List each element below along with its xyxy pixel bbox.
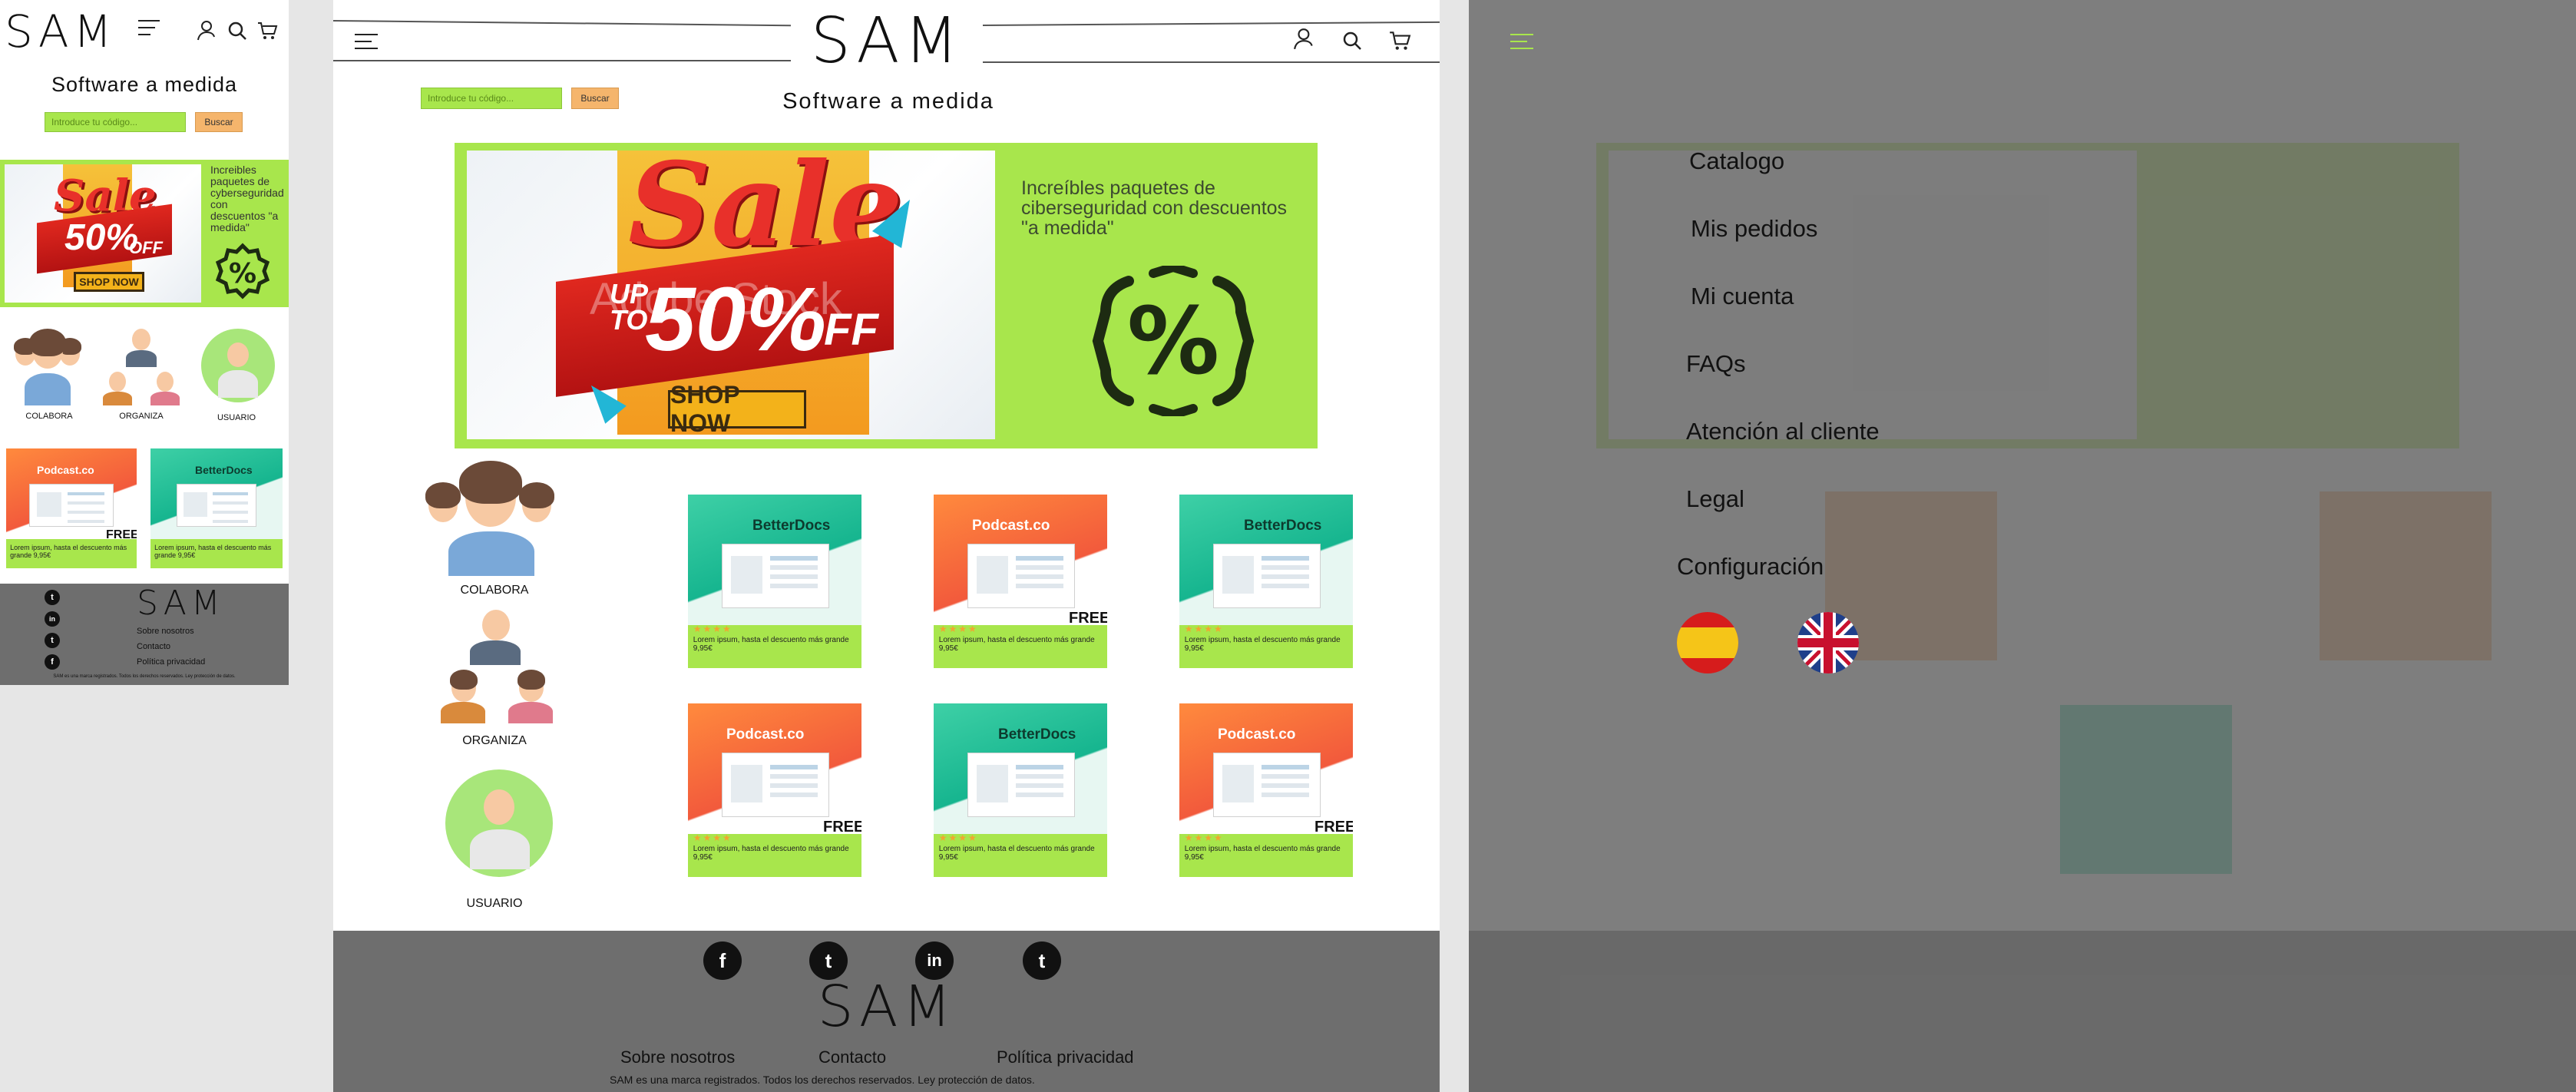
menu-item-configuracion[interactable]: Configuración <box>1677 553 1824 581</box>
free-badge: FREE <box>823 819 861 836</box>
rating-stars: ★★★★ <box>938 832 978 843</box>
twitter-icon[interactable]: t <box>1023 941 1061 980</box>
product-screenshot <box>722 753 829 817</box>
percent-badge-icon: % <box>215 243 270 299</box>
feature-organiza[interactable]: ORGANIZA <box>98 329 184 429</box>
product-screenshot <box>967 544 1075 608</box>
product-brand: Podcast.co <box>726 726 805 743</box>
tumblr-icon[interactable]: t <box>45 633 60 648</box>
footer-link-contact[interactable]: Contacto <box>137 642 170 651</box>
spain-flag-icon[interactable] <box>1676 611 1739 674</box>
free-badge: FREE <box>1069 610 1107 627</box>
footer-link-contact[interactable]: Contacto <box>818 1047 886 1067</box>
facebook-icon[interactable]: f <box>703 941 742 980</box>
footer: f t in t SAM Sobre nosotros Contacto Pol… <box>333 931 1440 1092</box>
cart-icon[interactable] <box>1388 29 1411 52</box>
rating-stars: ★★★★ <box>938 624 978 634</box>
menu-item-mi-cuenta[interactable]: Mi cuenta <box>1691 283 1794 310</box>
feature-colabora[interactable]: COLABORA <box>6 329 92 429</box>
product-card[interactable]: Podcast.co FREE Lorem ipsum, hasta el de… <box>6 448 137 568</box>
footer-link-about[interactable]: Sobre nosotros <box>620 1047 735 1067</box>
product-description: Lorem ipsum, hasta el descuento más gran… <box>693 636 849 653</box>
rating-stars: ★★★★ <box>693 624 732 634</box>
svg-text:%: % <box>1127 289 1219 395</box>
footer-legal: SAM es una marca registrados. Todos los … <box>53 674 236 679</box>
product-card[interactable]: Podcast.co FREE ★★★★ Lorem ipsum, hasta … <box>934 495 1107 668</box>
rating-stars: ★★★★ <box>693 832 732 843</box>
promo-banner[interactable]: Sale UP TO 50% OFF Adobe Stock SHOP NOW … <box>455 143 1318 448</box>
product-brand: Podcast.co <box>972 518 1050 534</box>
menu-item-catalogo[interactable]: Catalogo <box>1689 147 1784 175</box>
search-button[interactable]: Buscar <box>571 88 619 109</box>
menu-icon[interactable] <box>355 34 378 51</box>
logo[interactable]: SAM <box>5 5 117 58</box>
menu-icon[interactable] <box>1510 34 1533 51</box>
product-description: Lorem ipsum, hasta el descuento más gran… <box>693 845 849 862</box>
product-description: Lorem ipsum, hasta el descuento más gran… <box>1184 636 1341 653</box>
facebook-icon[interactable]: f <box>45 654 60 670</box>
menu-overlay[interactable] <box>1469 0 2576 1092</box>
search-input[interactable]: Introduce tu código... <box>45 112 186 132</box>
twitter-icon[interactable]: t <box>45 590 60 605</box>
search-button[interactable]: Buscar <box>195 112 243 132</box>
promo-banner[interactable]: Sale 50% OFF SHOP NOW Increibles paquete… <box>0 160 289 307</box>
product-description: Lorem ipsum, hasta el descuento más gran… <box>938 636 1095 653</box>
watermark: Adobe Stock <box>590 274 842 324</box>
footer-link-privacy[interactable]: Política privacidad <box>137 657 205 667</box>
feature-colabora[interactable]: COLABORA <box>418 455 571 601</box>
product-brand: BetterDocs <box>1244 518 1322 534</box>
feature-usuario[interactable]: USUARIO <box>193 329 279 429</box>
user-icon[interactable] <box>1293 28 1316 51</box>
banner-text: Increibles paquetes de cyberseguridad co… <box>210 164 284 233</box>
user-icon[interactable] <box>197 20 218 41</box>
feature-usuario[interactable]: USUARIO <box>418 769 571 914</box>
menu-icon[interactable] <box>138 20 160 37</box>
rating-stars: ★★★★ <box>1184 832 1224 843</box>
menu-item-faqs[interactable]: FAQs <box>1686 350 1746 378</box>
product-card[interactable]: BetterDocs ★★★★ Lorem ipsum, hasta el de… <box>934 703 1107 877</box>
product-card[interactable]: BetterDocs Lorem ipsum, hasta el descuen… <box>150 448 283 568</box>
logo[interactable]: SAM <box>791 3 983 80</box>
product-brand: BetterDocs <box>752 518 831 534</box>
menu-item-mis-pedidos[interactable]: Mis pedidos <box>1691 215 1817 243</box>
product-description: Lorem ipsum, hasta el descuento más gran… <box>938 845 1095 862</box>
search-icon[interactable] <box>1342 31 1362 51</box>
mobile-view: SAM Software a medida Introduce tu códig… <box>0 0 289 685</box>
sale-image: Sale 50% OFF SHOP NOW <box>5 164 201 303</box>
feature-organiza[interactable]: ORGANIZA <box>418 608 571 751</box>
cart-icon[interactable] <box>256 20 278 41</box>
menu-item-atencion-cliente[interactable]: Atención al cliente <box>1686 418 1880 445</box>
tagline: Software a medida <box>51 73 238 96</box>
footer-logo: SAM <box>817 974 957 1040</box>
product-brand: Podcast.co <box>1218 726 1296 743</box>
product-card[interactable]: Podcast.co FREE ★★★★ Lorem ipsum, hasta … <box>1179 703 1353 877</box>
product-card[interactable]: Podcast.co FREE ★★★★ Lorem ipsum, hasta … <box>688 703 861 877</box>
footer: t in t f SAM Sobre nosotros Contacto Pol… <box>0 584 289 685</box>
footer-legal: SAM es una marca registrados. Todos los … <box>610 1074 1035 1086</box>
sale-image: Sale UP TO 50% OFF Adobe Stock SHOP NOW <box>467 151 995 439</box>
product-screenshot <box>1213 753 1321 817</box>
desktop-view: SAM Introduce tu código... Buscar Softwa… <box>333 0 1440 1092</box>
linkedin-icon[interactable]: in <box>45 611 60 627</box>
product-screenshot <box>1213 544 1321 608</box>
svg-text:%: % <box>229 258 256 290</box>
footer-logo: SAM <box>137 584 225 623</box>
product-screenshot <box>722 544 829 608</box>
product-card[interactable]: BetterDocs ★★★★ Lorem ipsum, hasta el de… <box>688 495 861 668</box>
product-card[interactable]: BetterDocs ★★★★ Lorem ipsum, hasta el de… <box>1179 495 1353 668</box>
search-input[interactable]: Introduce tu código... <box>421 88 562 109</box>
product-brand: BetterDocs <box>998 726 1076 743</box>
search-icon[interactable] <box>227 21 247 41</box>
rating-stars: ★★★★ <box>1184 624 1224 634</box>
product-description: Lorem ipsum, hasta el descuento más gran… <box>1184 845 1341 862</box>
menu-item-legal[interactable]: Legal <box>1686 485 1744 513</box>
footer-link-privacy[interactable]: Política privacidad <box>997 1047 1134 1067</box>
footer-link-about[interactable]: Sobre nosotros <box>137 627 194 636</box>
banner-text: Increíbles paquetes de ciberseguridad co… <box>1021 177 1288 239</box>
uk-flag-icon[interactable] <box>1797 611 1860 674</box>
percent-badge-icon: % <box>1092 266 1255 416</box>
product-screenshot <box>967 753 1075 817</box>
free-badge: FREE <box>1314 819 1353 836</box>
tagline: Software a medida <box>782 89 994 114</box>
